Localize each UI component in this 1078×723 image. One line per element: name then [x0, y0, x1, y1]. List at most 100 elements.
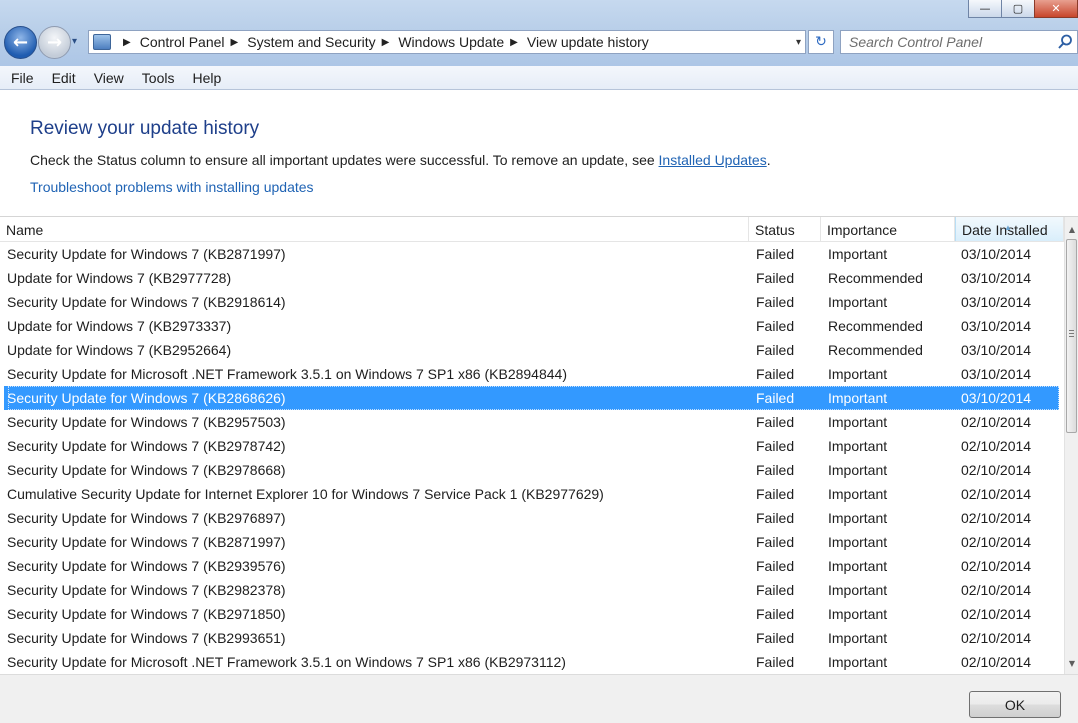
window-chrome: — ▢ ✕ ← → ▾ ▶ Control Panel ▶ System and… [0, 0, 1078, 66]
cell-name: Security Update for Windows 7 (KB2982378… [7, 582, 286, 598]
search-box[interactable] [840, 30, 1078, 54]
table-row[interactable]: Security Update for Windows 7 (KB2871997… [0, 242, 1064, 266]
dialog-footer: OK [0, 674, 1078, 723]
cell-name: Security Update for Microsoft .NET Frame… [7, 654, 566, 670]
table-row[interactable]: Security Update for Windows 7 (KB2976897… [0, 506, 1064, 530]
cell-status: Failed [756, 246, 795, 262]
minimize-icon: — [979, 2, 991, 15]
menu-view[interactable]: View [83, 70, 131, 86]
table-row[interactable]: Security Update for Microsoft .NET Frame… [0, 650, 1064, 674]
column-header-importance[interactable]: Importance [821, 217, 955, 241]
cell-date-installed: 02/10/2014 [961, 510, 1032, 526]
breadcrumb-separator-icon[interactable]: ▶ [510, 37, 518, 48]
cell-date-installed: 02/10/2014 [961, 534, 1032, 550]
description-text: Check the Status column to ensure all im… [30, 152, 659, 168]
table-row[interactable]: Security Update for Windows 7 (KB2918614… [0, 290, 1064, 314]
cell-importance: Important [828, 246, 888, 262]
cell-date-installed: 02/10/2014 [961, 462, 1032, 478]
column-header-label: Status [755, 222, 795, 238]
search-input[interactable] [841, 33, 1056, 51]
cell-importance: Important [828, 462, 888, 478]
table-body: Security Update for Windows 7 (KB2871997… [0, 242, 1064, 674]
table-row[interactable]: Security Update for Windows 7 (KB2871997… [0, 530, 1064, 554]
refresh-button[interactable]: ↻ [808, 30, 834, 54]
table-row[interactable]: Security Update for Windows 7 (KB2971850… [0, 602, 1064, 626]
back-button[interactable]: ← [4, 26, 37, 59]
cell-importance: Important [828, 606, 888, 622]
installed-updates-link[interactable]: Installed Updates [659, 152, 767, 168]
table-row[interactable]: Security Update for Windows 7 (KB2978668… [0, 458, 1064, 482]
chevron-down-icon: ▾ [72, 36, 78, 47]
column-header-name[interactable]: Name [0, 217, 749, 241]
breadcrumb-system-and-security[interactable]: System and Security [247, 34, 375, 50]
cell-name: Security Update for Windows 7 (KB2978668… [7, 462, 286, 478]
table-row[interactable]: Update for Windows 7 (KB2977728) Failed Re… [0, 266, 1064, 290]
scroll-up-button[interactable]: ▲ [1065, 221, 1078, 237]
cell-name: Security Update for Windows 7 (KB2978742… [7, 438, 286, 454]
cell-date-installed: 02/10/2014 [961, 558, 1032, 574]
cell-date-installed: 02/10/2014 [961, 630, 1032, 646]
cell-name: Cumulative Security Update for Internet … [7, 486, 604, 502]
cell-date-installed: 03/10/2014 [961, 318, 1032, 334]
cell-date-installed: 02/10/2014 [961, 654, 1032, 670]
cell-status: Failed [756, 462, 795, 478]
page-description: Check the Status column to ensure all im… [30, 152, 771, 168]
cell-importance: Important [828, 510, 888, 526]
breadcrumb-windows-update[interactable]: Windows Update [398, 34, 504, 50]
address-dropdown-icon[interactable]: ▾ [796, 37, 801, 48]
sort-ascending-icon: ▲ [1004, 223, 1012, 232]
scrollbar-thumb[interactable] [1066, 239, 1077, 433]
cell-importance: Important [828, 486, 888, 502]
table-row[interactable]: Update for Windows 7 (KB2973337) Failed Re… [0, 314, 1064, 338]
ok-button[interactable]: OK [969, 691, 1061, 718]
cell-status: Failed [756, 270, 795, 286]
menu-edit[interactable]: Edit [41, 70, 83, 86]
scroll-up-icon: ▲ [1068, 224, 1076, 234]
cell-status: Failed [756, 366, 795, 382]
scroll-down-button[interactable]: ▼ [1065, 655, 1078, 671]
cell-status: Failed [756, 630, 795, 646]
cell-name: Security Update for Windows 7 (KB2871997… [7, 534, 286, 550]
cell-name: Security Update for Windows 7 (KB2971850… [7, 606, 286, 622]
cell-importance: Important [828, 534, 888, 550]
table-row[interactable]: Security Update for Windows 7 (KB2868626… [4, 386, 1059, 410]
troubleshoot-link[interactable]: Troubleshoot problems with installing up… [30, 179, 314, 195]
column-header-date-installed[interactable]: ▲ Date Installed [955, 217, 1064, 241]
table-row[interactable]: Security Update for Windows 7 (KB2939576… [0, 554, 1064, 578]
forward-button[interactable]: → [38, 26, 71, 59]
breadcrumb-separator-icon[interactable]: ▶ [231, 37, 239, 48]
cell-importance: Recommended [828, 342, 923, 358]
table-row[interactable]: Security Update for Windows 7 (KB2982378… [0, 578, 1064, 602]
cell-name: Security Update for Windows 7 (KB2871997… [7, 246, 286, 262]
vertical-scrollbar[interactable]: ▲ ▼ [1064, 217, 1078, 674]
address-bar[interactable]: ▶ Control Panel ▶ System and Security ▶ … [88, 30, 806, 54]
column-header-status[interactable]: Status [749, 217, 821, 241]
search-icon[interactable] [1057, 34, 1073, 50]
back-arrow-icon: ← [12, 32, 29, 53]
table-row[interactable]: Cumulative Security Update for Internet … [0, 482, 1064, 506]
table-row[interactable]: Security Update for Windows 7 (KB2957503… [0, 410, 1064, 434]
breadcrumb-control-panel[interactable]: Control Panel [140, 34, 225, 50]
cell-importance: Important [828, 582, 888, 598]
menu-help[interactable]: Help [181, 70, 228, 86]
cell-importance: Important [828, 366, 888, 382]
update-history-list[interactable]: Name Status Importance ▲ Date Installed … [0, 216, 1078, 674]
recent-pages-dropdown[interactable]: ▾ [72, 36, 77, 47]
grip-icon [1069, 330, 1074, 337]
menu-file[interactable]: File [0, 70, 41, 86]
cell-status: Failed [756, 534, 795, 550]
table-row[interactable]: Security Update for Microsoft .NET Frame… [0, 362, 1064, 386]
table-row[interactable]: Update for Windows 7 (KB2952664) Failed Re… [0, 338, 1064, 362]
cell-name: Security Update for Windows 7 (KB2957503… [7, 414, 286, 430]
maximize-button[interactable]: ▢ [1001, 0, 1035, 18]
breadcrumb-view-update-history[interactable]: View update history [527, 34, 649, 50]
close-button[interactable]: ✕ [1034, 0, 1078, 18]
minimize-button[interactable]: — [968, 0, 1002, 18]
cell-status: Failed [756, 558, 795, 574]
menu-tools[interactable]: Tools [131, 70, 182, 86]
table-row[interactable]: Security Update for Windows 7 (KB2993651… [0, 626, 1064, 650]
breadcrumb-separator-icon[interactable]: ▶ [123, 37, 131, 48]
refresh-icon: ↻ [815, 34, 827, 50]
table-row[interactable]: Security Update for Windows 7 (KB2978742… [0, 434, 1064, 458]
breadcrumb-separator-icon[interactable]: ▶ [382, 37, 390, 48]
